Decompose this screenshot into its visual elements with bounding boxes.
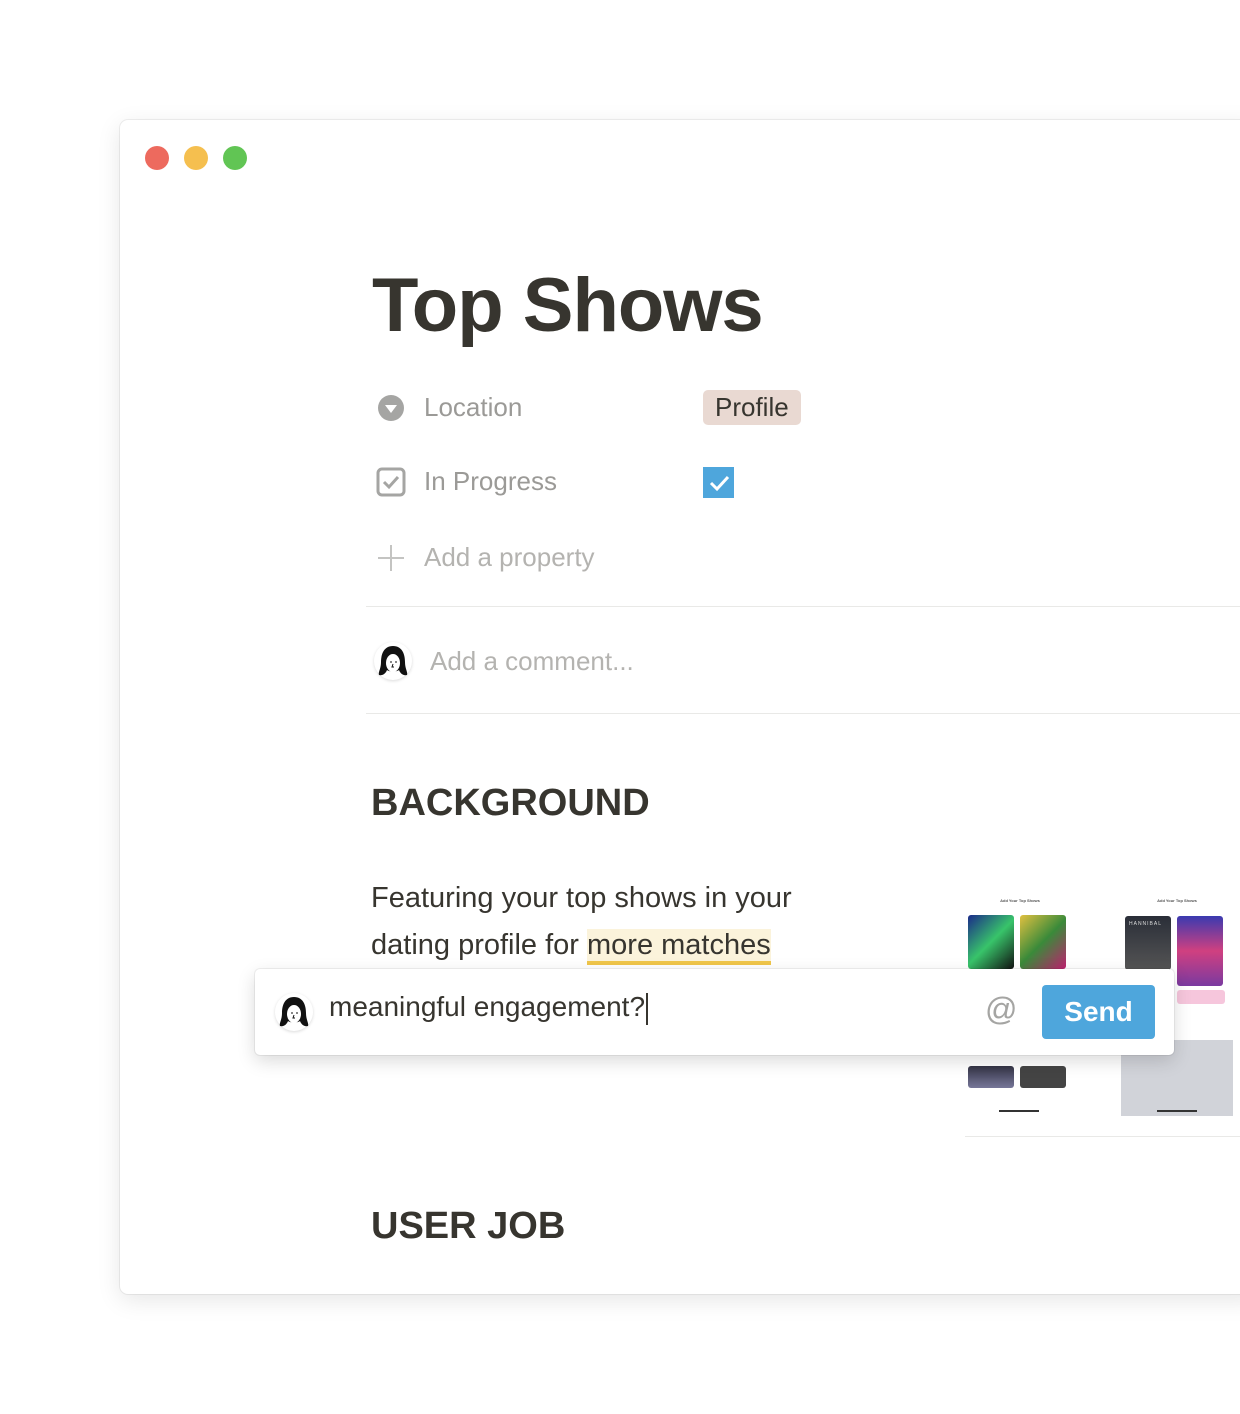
poster [1177, 916, 1223, 986]
poster-label: HANNIBAL [1129, 921, 1163, 927]
in-progress-checkbox[interactable] [703, 467, 734, 498]
commented-highlight[interactable]: more matches [587, 929, 771, 965]
section-heading-user-job[interactable]: USER JOB [371, 1205, 565, 1248]
add-comment-input[interactable]: Add a comment... [374, 642, 634, 680]
location-tag[interactable]: Profile [703, 390, 801, 425]
property-label: In Progress [424, 466, 557, 496]
select-icon [376, 393, 406, 423]
section-heading-background[interactable]: BACKGROUND [371, 782, 650, 825]
comment-input[interactable]: meaningful engagement? [329, 991, 649, 1025]
app-window: Top Shows Location Profile In Progress A… [120, 120, 1240, 1294]
divider [965, 1136, 1240, 1137]
text-cursor [646, 992, 649, 1025]
add-property-button[interactable]: Add a property [376, 542, 595, 573]
add-property-label: Add a property [424, 542, 595, 572]
poster [968, 1066, 1014, 1088]
poster [968, 915, 1014, 969]
page-title[interactable]: Top Shows [372, 262, 764, 349]
maximize-window-button[interactable] [223, 146, 247, 170]
plus-icon [376, 543, 406, 573]
poster: HANNIBAL [1125, 916, 1171, 970]
mention-icon[interactable]: @ [985, 991, 1017, 1028]
add-comment-placeholder: Add a comment... [430, 645, 634, 676]
screen-title: Add Your Top Shows [1157, 898, 1197, 903]
divider [366, 606, 1240, 607]
checkbox-icon [376, 467, 406, 497]
check-icon [709, 475, 729, 491]
property-in-progress[interactable]: In Progress [376, 466, 557, 497]
property-label: Location [424, 392, 523, 422]
close-window-button[interactable] [145, 146, 169, 170]
send-button[interactable]: Send [1042, 985, 1155, 1039]
comment-popup: meaningful engagement? @ Send [255, 969, 1174, 1055]
avatar [275, 993, 313, 1031]
property-location[interactable]: Location [376, 392, 522, 423]
poster [1020, 1066, 1066, 1088]
avatar [374, 642, 412, 680]
minimize-window-button[interactable] [184, 146, 208, 170]
screen-title: Add Your Top Shows [1000, 898, 1040, 903]
poster [1020, 915, 1066, 969]
divider [366, 713, 1240, 714]
background-paragraph[interactable]: Featuring your top shows in your dating … [371, 875, 851, 969]
comment-text: meaningful engagement? [329, 991, 646, 1022]
